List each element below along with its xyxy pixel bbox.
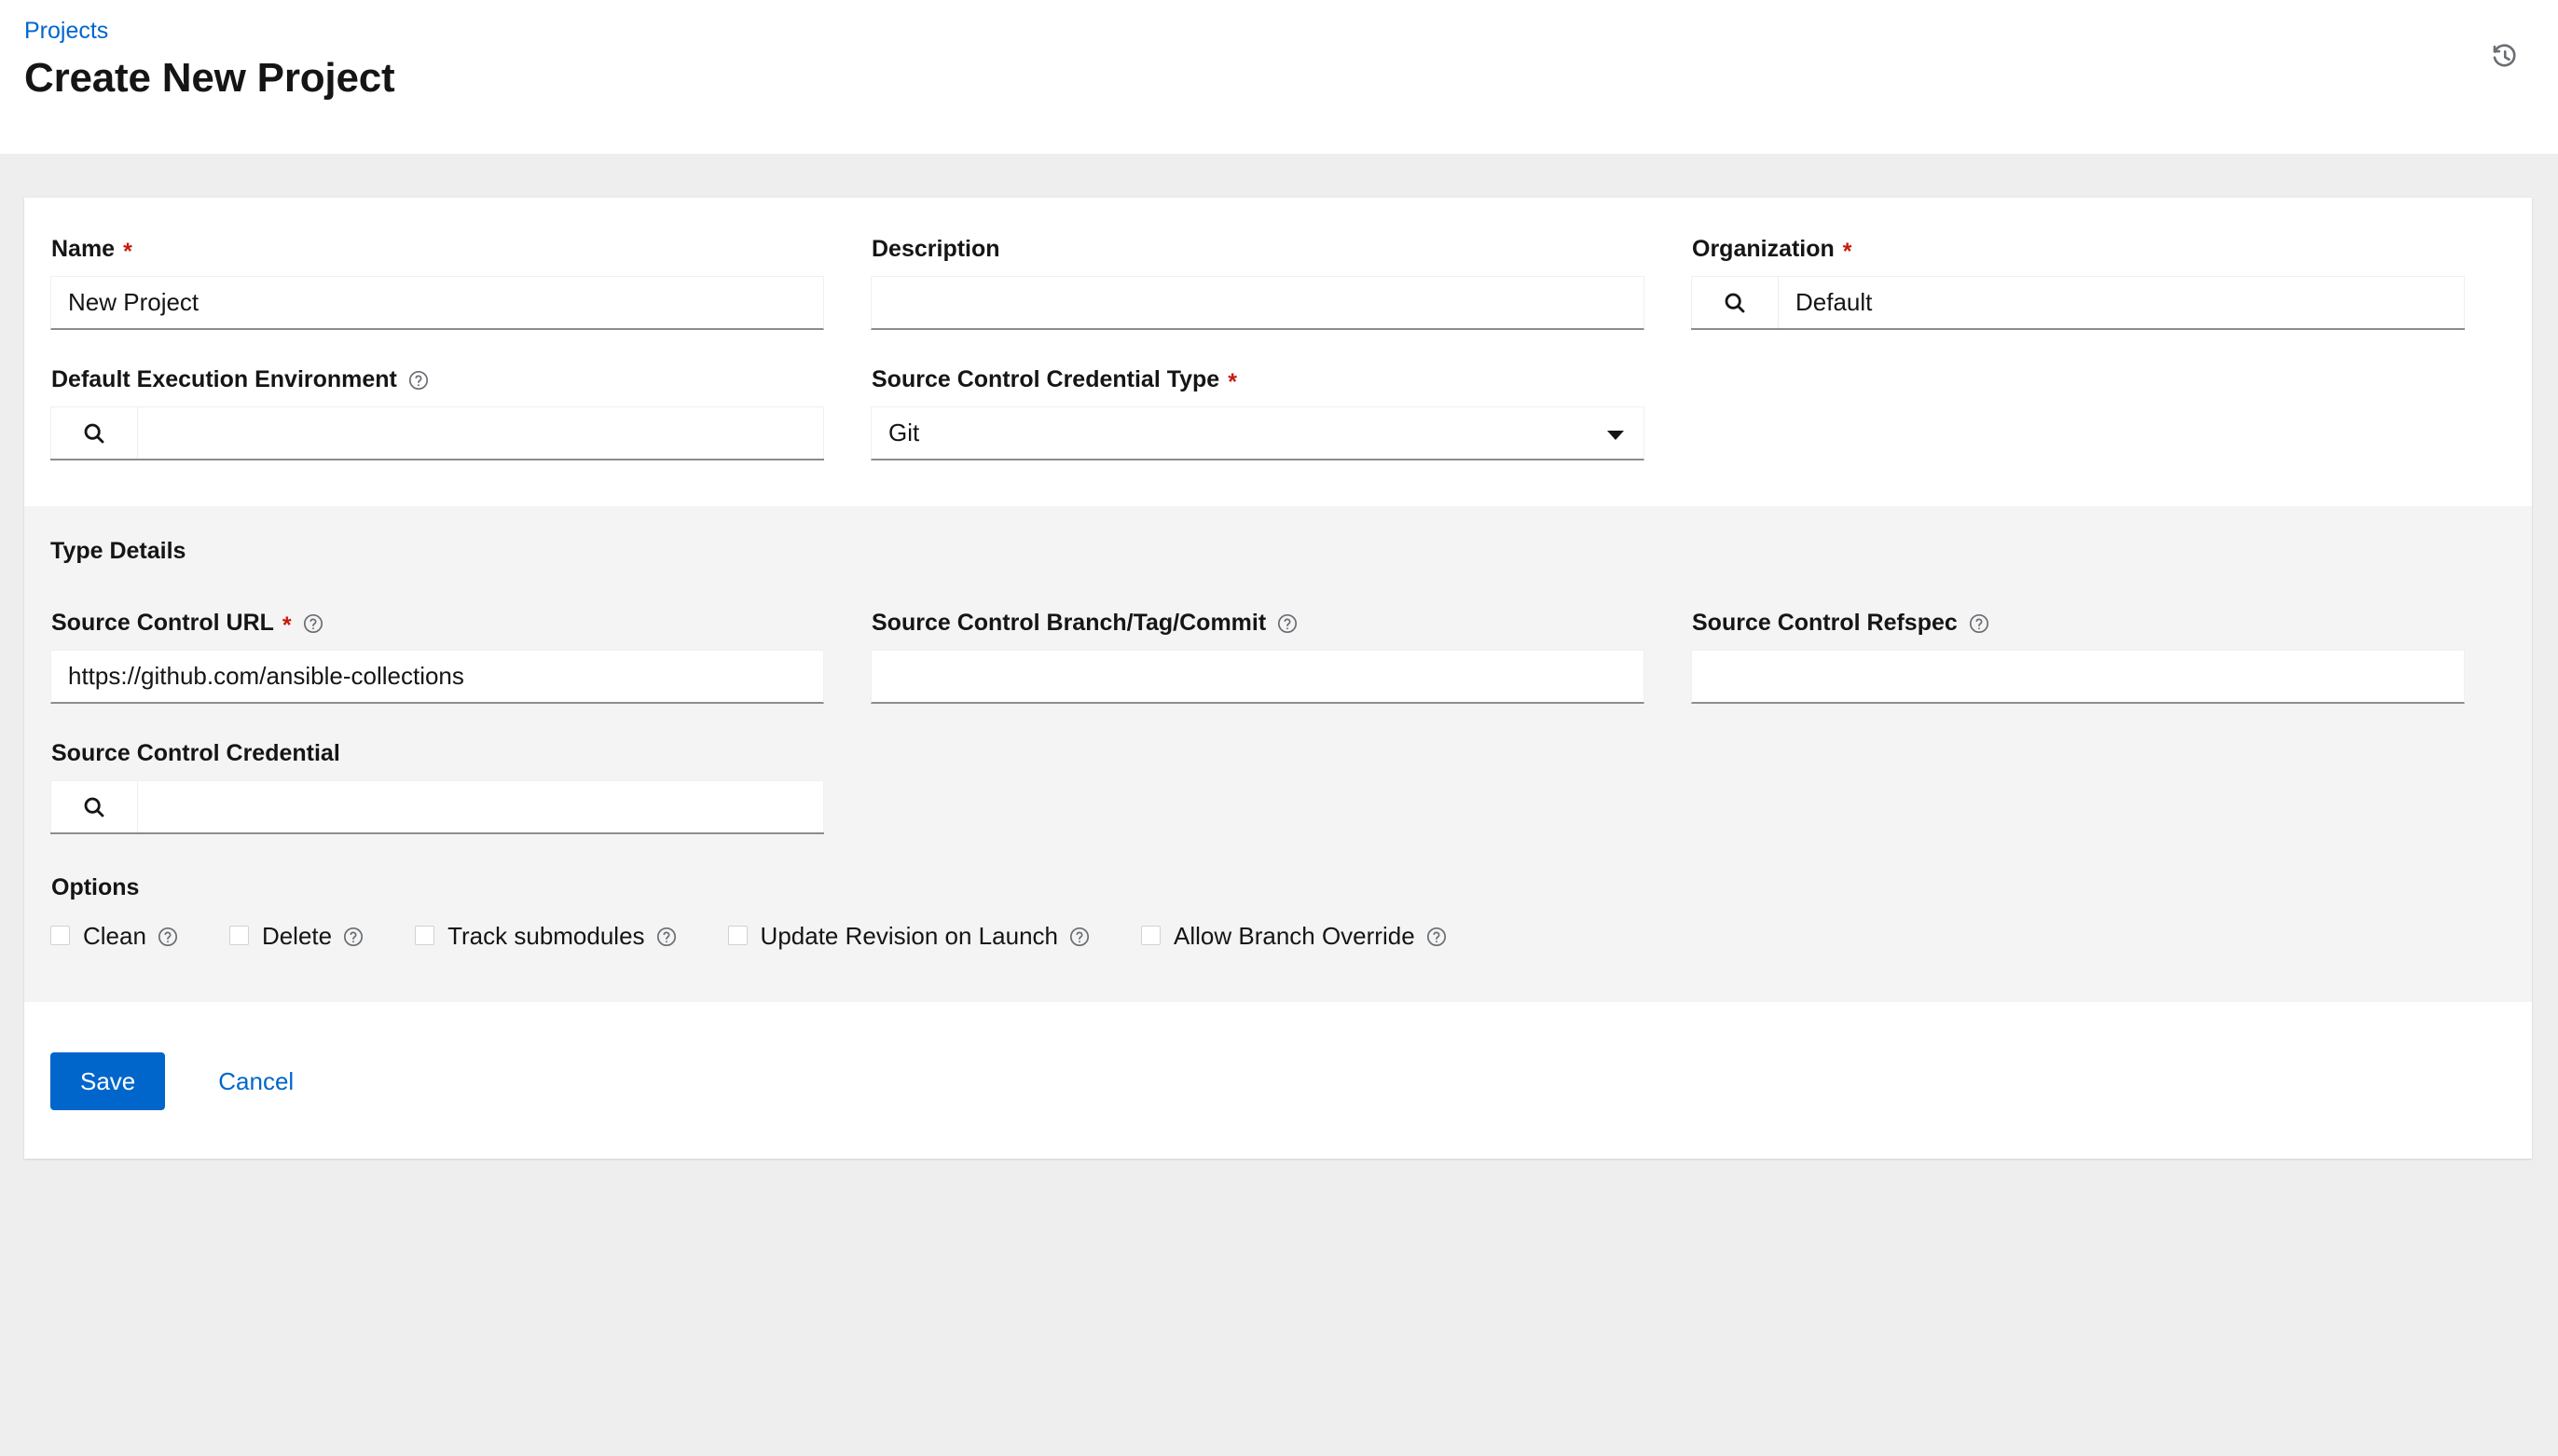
field-source-control-url: Source Control URL * [50, 609, 824, 704]
checkbox-label[interactable]: Clean [83, 922, 146, 950]
description-label-text: Description [872, 236, 1000, 262]
source-control-credential-label: Source Control Credential [51, 739, 824, 767]
field-organization: Organization * [1691, 235, 2465, 330]
organization-lookup-group [1691, 276, 2465, 330]
checkbox-label[interactable]: Allow Branch Override [1174, 922, 1415, 950]
type-details-heading: Type Details [50, 538, 186, 564]
required-indicator: * [123, 238, 132, 265]
checkbox-input[interactable] [727, 926, 748, 945]
field-execution-environment: Default Execution Environment [50, 365, 824, 460]
execution-environment-lookup-group [50, 406, 824, 460]
field-branch-tag-commit: Source Control Branch/Tag/Commit [871, 609, 1644, 704]
source-control-credential-search-button[interactable] [50, 780, 138, 832]
field-source-control-credential: Source Control Credential [50, 739, 824, 834]
field-refspec: Source Control Refspec [1691, 609, 2465, 704]
credential-type-label: Source Control Credential Type * [872, 365, 1644, 393]
organization-label-text: Organization [1692, 236, 1835, 262]
cancel-button[interactable]: Cancel [199, 1052, 312, 1110]
history-icon [2491, 43, 2519, 71]
options-checkbox-row: Clean Delete Track submodules Update Rev… [50, 922, 2506, 950]
organization-search-button[interactable] [1691, 276, 1779, 328]
options-label: Options [51, 874, 140, 900]
source-control-credential-label-text: Source Control Credential [51, 740, 340, 766]
name-label-text: Name [51, 236, 116, 262]
help-circle-icon[interactable] [342, 926, 364, 948]
execution-environment-label-text: Default Execution Environment [51, 366, 397, 392]
description-label: Description [872, 235, 1644, 263]
refspec-label: Source Control Refspec [1692, 609, 2465, 637]
checkbox-input[interactable] [1141, 926, 1161, 945]
checkbox-clean[interactable]: Clean [50, 922, 179, 950]
checkbox-delete[interactable]: Delete [228, 922, 364, 950]
credential-type-selected-value: Git [888, 419, 920, 446]
type-details-row-1: Source Control URL * Source Control Bran… [50, 609, 2506, 704]
source-control-url-label: Source Control URL * [51, 609, 824, 637]
checkbox-input[interactable] [50, 926, 70, 945]
history-button[interactable] [2483, 35, 2526, 78]
help-circle-icon[interactable] [1068, 926, 1091, 948]
checkbox-update-revision-on-launch[interactable]: Update Revision on Launch [727, 922, 1091, 950]
help-circle-icon[interactable] [655, 926, 678, 948]
create-project-form-card: Name * Description Organization * [24, 198, 2532, 1159]
basic-fields-section: Name * Description Organization * [24, 198, 2532, 506]
checkbox-label[interactable]: Delete [262, 922, 332, 950]
form-row-2: Default Execution Environment Source Con… [50, 365, 2506, 460]
type-details-section: Type Details Source Control URL * https:… [24, 506, 2532, 1002]
checkbox-track-submodules[interactable]: Track submodules [415, 922, 677, 950]
field-description: Description [871, 235, 1644, 330]
options-group: Options Clean Delete Track submodules Up… [50, 873, 2506, 950]
search-icon [82, 421, 106, 446]
form-footer: Save Cancel [24, 1002, 2532, 1159]
source-control-credential-lookup-group [50, 780, 824, 834]
organization-label: Organization * [1692, 235, 2465, 263]
refspec-label-text: Source Control Refspec [1692, 610, 1958, 636]
help-circle-icon[interactable] [157, 926, 179, 948]
credential-type-select-toggle[interactable]: Git [871, 406, 1644, 460]
description-input[interactable] [871, 276, 1644, 330]
help-circle-icon[interactable] [1425, 926, 1448, 948]
required-indicator: * [282, 611, 292, 639]
form-row-1: Name * Description Organization * [50, 235, 2506, 330]
checkbox-input[interactable] [415, 926, 435, 945]
branch-tag-commit-label-text: Source Control Branch/Tag/Commit [872, 610, 1267, 636]
help-circle-icon[interactable] [1276, 612, 1299, 635]
execution-environment-input[interactable] [138, 406, 824, 459]
field-credential-type: Source Control Credential Type * Git [871, 365, 1644, 460]
name-label: Name * [51, 235, 824, 263]
help-circle-icon[interactable] [1968, 612, 1990, 635]
checkbox-label[interactable]: Update Revision on Launch [761, 922, 1058, 950]
branch-tag-commit-label: Source Control Branch/Tag/Commit [872, 609, 1644, 637]
search-icon [82, 795, 106, 819]
refspec-input[interactable] [1691, 650, 2465, 704]
required-indicator: * [1842, 238, 1852, 265]
search-icon [1723, 291, 1747, 315]
type-details-row-2: Source Control Credential [50, 739, 2506, 834]
branch-tag-commit-input[interactable] [871, 650, 1644, 704]
page-header: Projects Create New Project [0, 0, 2558, 154]
save-button[interactable]: Save [50, 1052, 166, 1110]
source-control-credential-input[interactable] [138, 780, 824, 832]
execution-environment-search-button[interactable] [50, 406, 138, 459]
checkbox-input[interactable] [228, 926, 249, 945]
checkbox-allow-branch-override[interactable]: Allow Branch Override [1141, 922, 1448, 950]
field-name: Name * [50, 235, 824, 330]
credential-type-select: Git [871, 406, 1644, 460]
required-indicator: * [1228, 368, 1237, 395]
organization-input[interactable] [1779, 276, 2465, 328]
breadcrumb-projects-link[interactable]: Projects [24, 17, 108, 45]
footer-actions: Save Cancel [50, 1052, 2506, 1110]
execution-environment-label: Default Execution Environment [51, 365, 824, 393]
help-circle-icon[interactable] [407, 369, 430, 391]
name-input[interactable] [50, 276, 824, 330]
credential-type-label-text: Source Control Credential Type [872, 366, 1220, 392]
checkbox-label[interactable]: Track submodules [447, 922, 644, 950]
help-circle-icon[interactable] [302, 612, 324, 635]
source-control-url-label-text: Source Control URL [51, 610, 274, 636]
source-control-url-input[interactable] [50, 650, 824, 704]
page-title: Create New Project [24, 55, 395, 101]
